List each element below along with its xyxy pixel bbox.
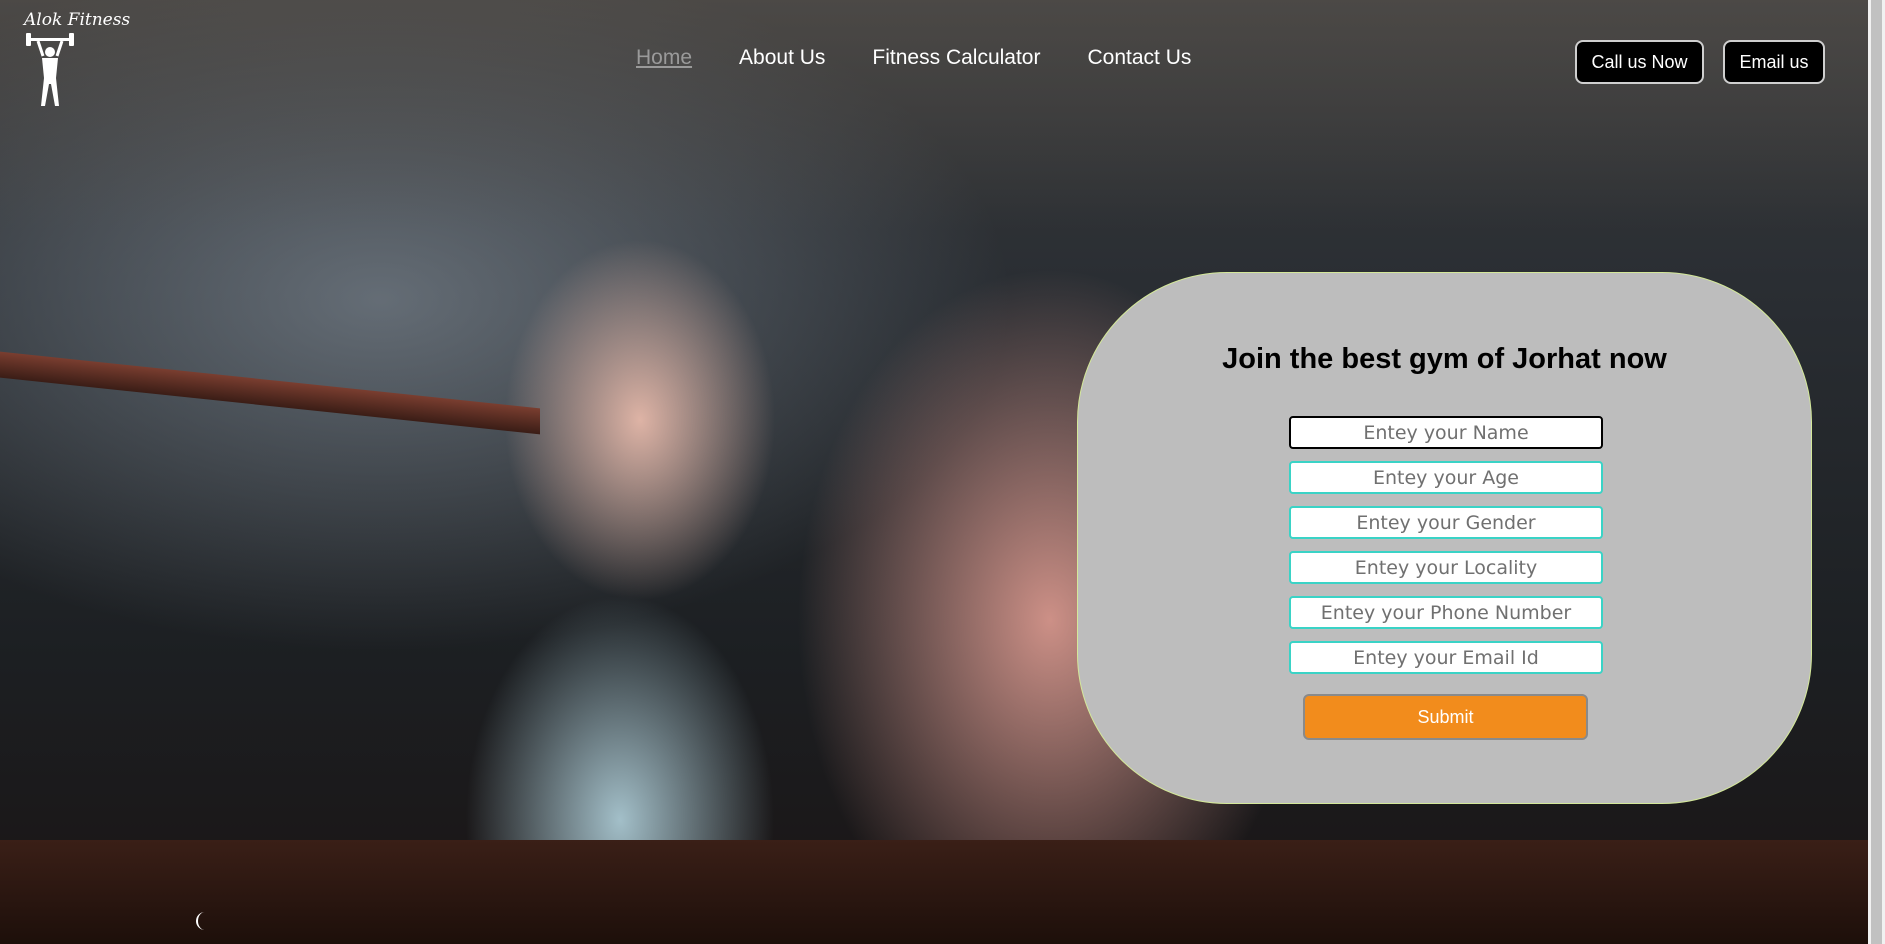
gender-field[interactable] [1289, 506, 1603, 539]
form-title: Join the best gym of Jorhat now [1222, 343, 1667, 375]
logo-text: Alok Fitness [24, 10, 131, 30]
weightlifter-icon [26, 33, 74, 106]
nav-contact-us[interactable]: Contact Us [1087, 46, 1191, 70]
age-field[interactable] [1289, 461, 1603, 494]
nav-fitness-calculator[interactable]: Fitness Calculator [872, 46, 1040, 70]
logo[interactable]: Alok Fitness [22, 10, 152, 110]
main-nav: Home About Us Fitness Calculator Contact… [636, 46, 1191, 70]
nav-home[interactable]: Home [636, 46, 692, 70]
locality-field[interactable] [1289, 551, 1603, 584]
nav-about-us[interactable]: About Us [739, 46, 825, 70]
phone-number-field[interactable] [1289, 596, 1603, 629]
join-form-card: Join the best gym of Jorhat now Submit [1077, 272, 1812, 804]
scrollbar[interactable] [1868, 0, 1885, 944]
scrollbar-thumb[interactable] [1871, 0, 1882, 944]
submit-button[interactable]: Submit [1303, 694, 1588, 740]
page: Alok Fitness Home About Us Fitness Calcu… [0, 0, 1885, 944]
name-field[interactable] [1289, 416, 1603, 449]
half-moon-icon [196, 912, 205, 930]
ceiling-shade [0, 0, 1868, 230]
email-us-button[interactable]: Email us [1723, 40, 1825, 84]
call-us-now-button[interactable]: Call us Now [1575, 40, 1704, 84]
email-id-field[interactable] [1289, 641, 1603, 674]
wood-paneling [0, 840, 1868, 944]
